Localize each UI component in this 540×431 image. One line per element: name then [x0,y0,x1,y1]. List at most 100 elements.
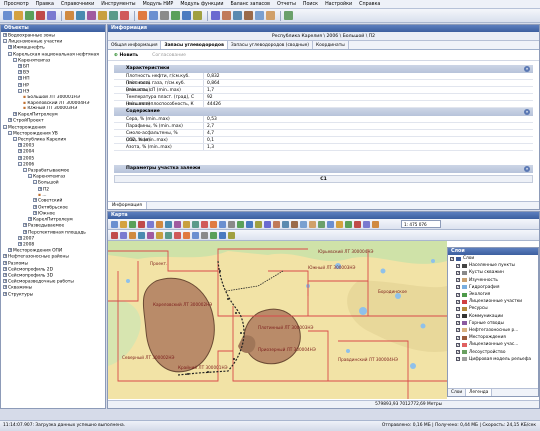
layer-checkbox[interactable]: ✓ [450,256,454,261]
toolbar-button[interactable] [36,11,45,20]
toolbar-button[interactable] [222,11,231,20]
collapse-icon[interactable]: - [13,57,17,62]
map-tool-button[interactable] [219,231,226,239]
map-tool-button[interactable] [210,231,217,239]
map-tool-button[interactable] [174,231,181,239]
param-value[interactable]: 0,1 [204,137,214,143]
map-tool-button[interactable] [327,220,334,228]
collapse-icon[interactable]: - [28,174,32,179]
toolbar-button[interactable] [284,11,293,20]
layer-checkbox[interactable]: ✓ [456,350,460,355]
toolbar-button[interactable] [76,11,85,20]
layer-checkbox[interactable]: ✓ [456,285,460,290]
toolbar-button[interactable] [138,11,147,20]
expand-icon[interactable]: + [23,223,27,228]
layer-checkbox[interactable]: ✓ [456,278,460,283]
tree-node[interactable]: +Структуры [2,291,104,298]
map-tool-button[interactable] [255,220,262,228]
expand-icon[interactable]: + [3,279,7,284]
map-tool-button[interactable] [354,220,361,228]
collapse-icon[interactable]: - [3,39,7,44]
collapse-icon[interactable]: » [524,166,530,172]
map-tool-button[interactable] [309,220,316,228]
toolbar-button[interactable] [109,11,118,20]
layer-checkbox[interactable]: ✓ [456,270,460,275]
map-tool-button[interactable] [147,220,154,228]
expand-icon[interactable]: + [33,198,37,203]
menu-item[interactable]: Справка [359,2,380,7]
category-c1[interactable]: С1 [114,175,533,183]
map-tool-button[interactable] [246,220,253,228]
approve-button[interactable]: Согласование [152,53,186,58]
layer-item[interactable]: ✓ Лицензионные учас... [448,341,538,348]
map-tool-button[interactable] [363,220,370,228]
menu-item[interactable]: Справочники [61,2,94,7]
map-tool-button[interactable] [336,220,343,228]
tab-layers[interactable]: Слои [448,389,467,396]
expand-icon[interactable]: + [18,64,22,69]
toolbar-button[interactable] [233,11,242,20]
expand-icon[interactable]: + [3,260,7,265]
toolbar-button[interactable] [211,11,220,20]
layer-item[interactable]: ✓ Изученность [448,277,538,284]
map-tool-button[interactable] [210,220,217,228]
map-tool-button[interactable] [228,220,235,228]
map-canvas[interactable]: Проект. Юрьевский ЛТ 300004НЭ Южный ЛТ 3… [108,241,447,399]
map-tool-button[interactable] [291,220,298,228]
map-tool-button[interactable] [111,231,118,239]
collapse-icon[interactable]: - [18,88,22,93]
toolbar-button[interactable] [266,11,275,20]
menu-item[interactable]: Модуль функции [180,2,223,7]
menu-item[interactable]: Инструменты [101,2,135,7]
menu-item[interactable]: Модуль НИР [143,2,174,7]
expand-icon[interactable]: + [23,229,27,234]
expand-icon[interactable]: + [3,266,7,271]
map-tool-button[interactable] [219,220,226,228]
layer-item[interactable]: ✓ Гидрография [448,284,538,291]
map-tool-button[interactable] [318,220,325,228]
map-tool-button[interactable] [192,220,199,228]
layer-checkbox[interactable]: ✓ [456,357,460,362]
collapse-icon[interactable]: » [524,66,530,72]
section-deposit-params[interactable]: Параметры участка залежи » [114,165,533,173]
layer-checkbox[interactable]: ✓ [456,292,460,297]
toolbar-button[interactable] [171,11,180,20]
expand-icon[interactable]: + [3,272,7,277]
map-tool-button[interactable] [237,220,244,228]
expand-icon[interactable]: + [8,248,12,253]
layer-checkbox[interactable]: ✓ [456,321,460,326]
expand-icon[interactable]: + [3,254,7,259]
map-tool-button[interactable] [156,220,163,228]
map-tool-button[interactable] [345,220,352,228]
param-value[interactable]: 44426 [204,101,221,107]
new-button[interactable]: ⊕ Новить [114,53,138,58]
layer-item[interactable]: ✓ Экология [448,291,538,298]
menu-item[interactable]: Поиск [303,2,318,7]
toolbar-button[interactable] [193,11,202,20]
tree-node[interactable]: - Карельская национальная нефтяная [2,51,104,58]
collapse-icon[interactable]: - [18,161,22,166]
menu-item[interactable]: Просмотр [4,2,29,7]
param-value[interactable]: 0,53 [204,116,217,122]
map-tool-button[interactable] [201,220,208,228]
section-content[interactable]: Содержание » [114,108,533,116]
expand-icon[interactable]: + [18,155,22,160]
map-tool-button[interactable] [120,231,127,239]
scale-select[interactable]: 1: 475 076 [401,220,441,228]
toolbar-button[interactable] [65,11,74,20]
menu-item[interactable]: Настройки [325,2,352,7]
map-tool-button[interactable] [120,220,127,228]
layer-item[interactable]: ✓ Ресурсы [448,305,538,312]
toolbar-button[interactable] [244,11,253,20]
collapse-icon[interactable]: - [23,167,27,172]
expand-icon[interactable]: + [18,82,22,87]
tab-information[interactable]: Информация [108,202,147,209]
collapse-icon[interactable]: » [524,109,530,115]
map-tool-button[interactable] [273,220,280,228]
map-tool-button[interactable] [138,231,145,239]
layer-item[interactable]: ✓ Коммуникации [448,313,538,320]
expand-icon[interactable]: + [8,118,12,123]
collapse-icon[interactable]: - [33,180,37,185]
toolbar-button[interactable] [182,11,191,20]
layer-checkbox[interactable]: ✓ [456,306,460,311]
